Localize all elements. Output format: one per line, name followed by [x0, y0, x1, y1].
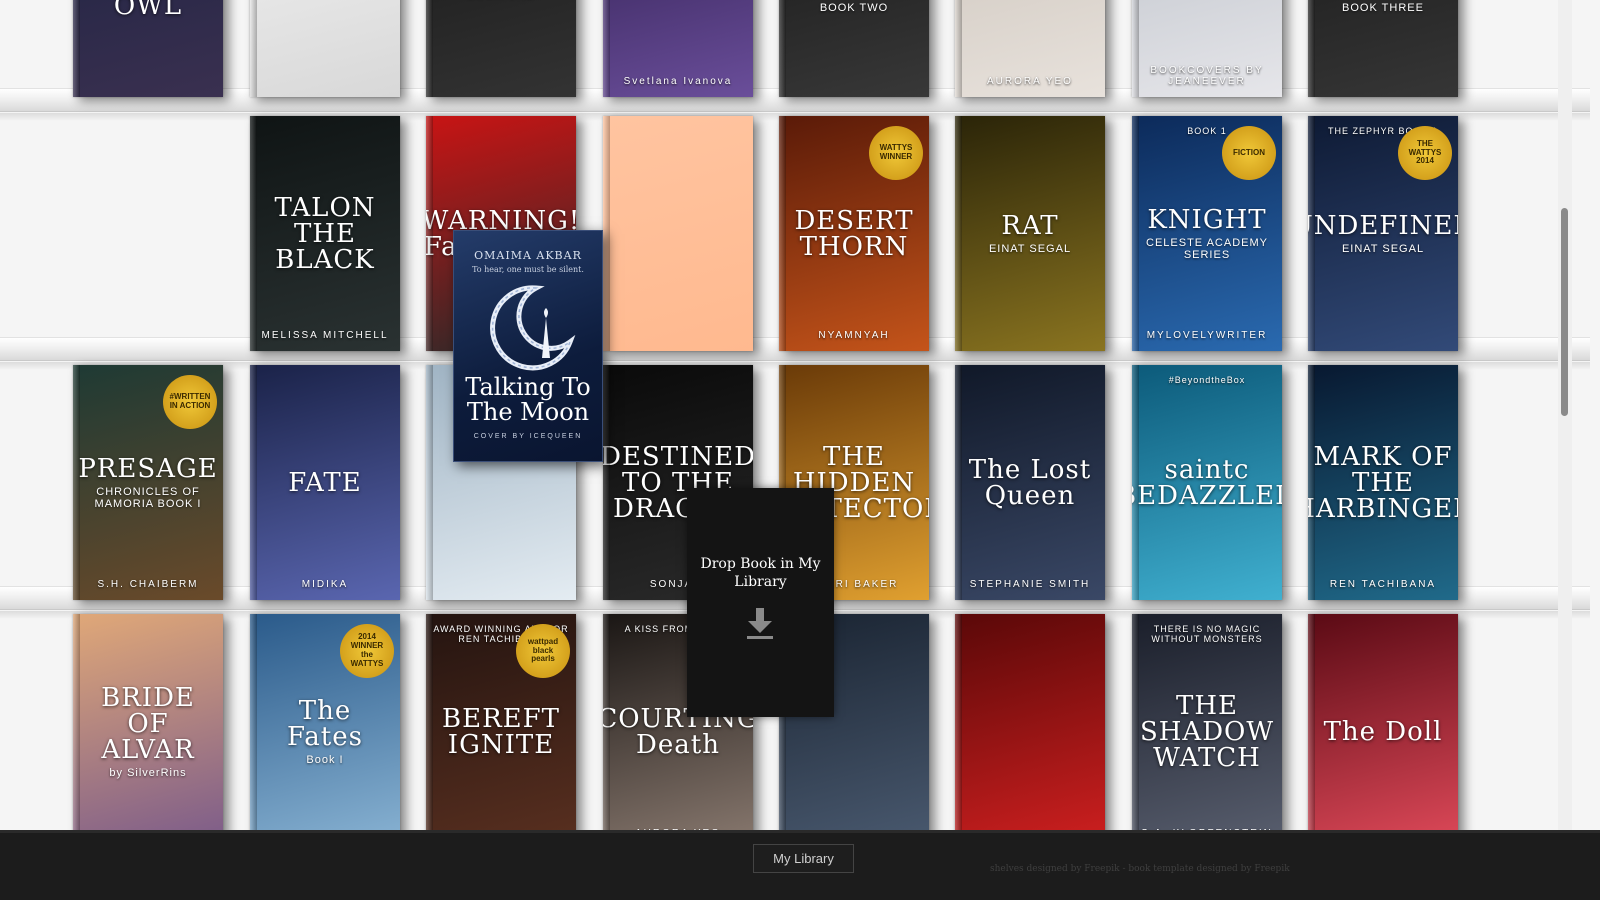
book-cover[interactable]: RIDDLE OF THE OWL	[73, 0, 223, 97]
book-subtitle: EINAT SEGAL	[988, 242, 1072, 255]
crescent-moon-icon	[490, 285, 576, 371]
book-author: MIDIKA	[301, 579, 349, 590]
book-title: FATE	[288, 467, 362, 498]
award-badge: #WRITTEN IN ACTION	[163, 375, 217, 429]
book-title: UNDEFINED	[1308, 210, 1458, 241]
book-cover[interactable]: Svetlana Ivanova	[603, 0, 753, 97]
book-cover[interactable]: #BeyondtheBox saintc BEDAZZLED	[1132, 365, 1282, 600]
book-cover[interactable]: THERE IS NO MAGIC WITHOUT MONSTERS THE SH…	[1132, 614, 1282, 846]
book-title: KNIGHT	[1147, 204, 1267, 235]
book-cover[interactable]: BRIDE OF ALVAR by SilverRins	[73, 614, 223, 846]
book-top-text: THERE IS NO MAGIC WITHOUT MONSTERS	[1151, 624, 1263, 644]
book-cover[interactable]: BOOKCOVERS BY JEANEEVER	[1132, 0, 1282, 97]
award-badge: 2014 WINNER the WATTYS	[340, 624, 394, 678]
dragged-book-tagline: To hear, one must be silent.	[472, 265, 584, 274]
library-drop-zone[interactable]: Drop Book in My Library	[687, 488, 834, 717]
book-cover[interactable]: BEREFT DEMISEBOOK TWO	[779, 0, 929, 97]
book-title: BEREFT IGNITE	[441, 703, 561, 760]
book-title: TALON THE BLACK	[274, 192, 376, 275]
dragged-book-title-1: Talking To	[465, 373, 591, 401]
dragged-book-credit: COVER BY ICEQUEEN	[473, 433, 583, 441]
book-subtitle: BOOK ONE	[468, 0, 535, 1]
book-title: DESERT THORN	[794, 205, 914, 262]
book-author: Svetlana Ivanova	[623, 76, 733, 87]
book-top-text: #BeyondtheBox	[1168, 375, 1246, 385]
bookshelf-area: RIDDLE OF THE OWL BEREFTBOOK ONETHE WATTY…	[0, 0, 1600, 846]
book-cover[interactable]	[955, 614, 1105, 846]
book-author: NYAMNYAH	[818, 330, 890, 341]
award-badge: FICTION	[1222, 126, 1276, 180]
book-title: PRESAGE	[78, 453, 218, 484]
book-cover[interactable]: BEREFTBOOK ONETHE WATTYS 2014	[426, 0, 576, 97]
book-cover[interactable]	[603, 116, 753, 351]
dragged-book-title-2: The Moon	[466, 398, 590, 426]
book-subtitle: by SilverRins	[109, 766, 187, 779]
book-cover[interactable]: SilentAURORA YEO	[955, 0, 1105, 97]
book-cover[interactable]: FATE MIDIKA	[250, 365, 400, 600]
book-author: MELISSA MITCHELL	[261, 330, 389, 341]
book-cover[interactable]: The Fates Book I 2014 WINNER the WATTYS	[250, 614, 400, 846]
scrollbar-thumb[interactable]	[1561, 208, 1568, 416]
book-title: BRIDE OF ALVAR	[101, 682, 195, 765]
book-author: AURORA YEO	[987, 76, 1073, 87]
book-title: saintc BEDAZZLED	[1132, 454, 1282, 511]
book-cover[interactable]: MARK OF THE HARBINGER REN TACHIBANA	[1308, 365, 1458, 600]
book-cover[interactable]: THE ZEPHYR BOOK 1UNDEFINEDEINAT SEGALTHE…	[1308, 116, 1458, 351]
book-cover[interactable]	[250, 0, 400, 97]
book-cover[interactable]: PRESAGE CHRONICLES OF MAMORIA BOOK I S.H. …	[73, 365, 223, 600]
book-title: The Fates	[287, 695, 363, 752]
book-cover[interactable]: BOOK 1 KNIGHT CELESTE ACADEMY SERIES MYLOVE…	[1132, 116, 1282, 351]
book-author: S.H. CHAIBERM	[97, 579, 199, 590]
book-subtitle: CELESTE ACADEMY SERIES	[1146, 236, 1268, 261]
book-subtitle: BOOK TWO	[819, 1, 889, 14]
my-library-button[interactable]: My Library	[753, 844, 854, 873]
book-subtitle: BOOK THREE	[1342, 1, 1424, 14]
book-cover[interactable]: TALON THE BLACK MELISSA MITCHELL	[250, 116, 400, 351]
book-cover[interactable]: RAT EINAT SEGAL	[955, 116, 1105, 351]
dragged-book[interactable]: OMAIMA AKBAR To hear, one must be silent…	[453, 230, 603, 462]
book-cover[interactable]: AWARD WINNING AUTHOR REN TACHIBANA BEREFT…	[426, 614, 576, 846]
dragged-book-author: OMAIMA AKBAR	[474, 249, 582, 262]
book-author: STEPHANIE SMITH	[969, 579, 1091, 590]
book-cover[interactable]: The Doll	[1308, 614, 1458, 846]
book-title: RAT	[1001, 210, 1059, 241]
book-author: BOOKCOVERS BY JEANEEVER	[1150, 65, 1264, 87]
book-title: The Doll	[1323, 716, 1443, 747]
book-cover[interactable]: BEREFT FORETOLDBOOK THREE	[1308, 0, 1458, 97]
award-badge: WATTYS WINNER	[869, 126, 923, 180]
book-subtitle: Book I	[306, 753, 344, 766]
book-subtitle: EINAT SEGAL	[1341, 242, 1425, 255]
download-icon	[747, 608, 773, 639]
book-cover[interactable]: DESERT THORN NYAMNYAH WATTYS WINNER	[779, 116, 929, 351]
credits-text: shelves designed by Freepik - book templ…	[990, 864, 1290, 874]
book-title: MARK OF THE HARBINGER	[1308, 441, 1458, 524]
book-title: THE SHADOW WATCH	[1139, 690, 1275, 773]
book-author: REN TACHIBANA	[1329, 579, 1437, 590]
award-badge: THE WATTYS 2014	[1398, 126, 1452, 180]
drop-zone-label: Drop Book in My Library	[700, 556, 821, 590]
book-title: RIDDLE OF THE OWL	[113, 0, 183, 21]
book-author: MYLOVELYWRITER	[1146, 330, 1268, 341]
book-subtitle: CHRONICLES OF MAMORIA BOOK I	[94, 485, 202, 510]
book-cover[interactable]: The Lost Queen STEPHANIE SMITH	[955, 365, 1105, 600]
book-title: The Lost Queen	[968, 454, 1092, 511]
award-badge: wattpad black pearls	[516, 624, 570, 678]
bottom-bar: My Library shelves designed by Freepik -…	[0, 830, 1600, 900]
